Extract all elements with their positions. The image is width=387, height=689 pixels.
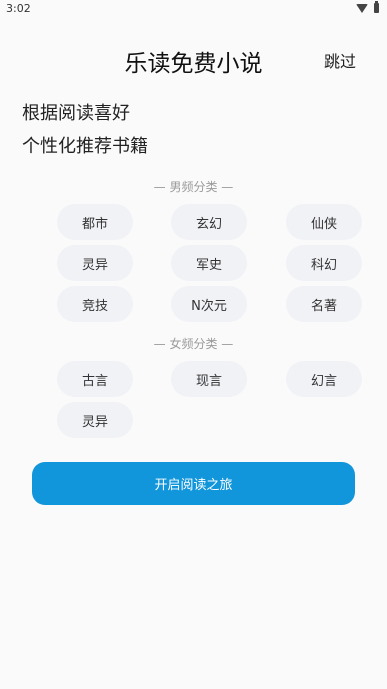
category-chip-jingji[interactable]: 竞技 [57, 286, 133, 322]
category-chip-huanyan[interactable]: 幻言 [286, 361, 362, 397]
category-chip-lingyi[interactable]: 灵异 [57, 245, 133, 281]
tagline-line-1: 根据阅读喜好 [22, 103, 130, 124]
status-icons [356, 1, 379, 13]
category-chip-dushi[interactable]: 都市 [57, 204, 133, 240]
status-time: 3:02 [6, 2, 31, 15]
category-chip-lingyi-female[interactable]: 灵异 [57, 402, 133, 438]
category-chip-guyan[interactable]: 古言 [57, 361, 133, 397]
category-chip-junshi[interactable]: 军史 [171, 245, 247, 281]
category-chip-xianxia[interactable]: 仙侠 [286, 204, 362, 240]
status-bar: 3:02 [0, 0, 387, 18]
skip-button[interactable]: 跳过 [324, 48, 356, 72]
start-reading-button[interactable]: 开启阅读之旅 [32, 462, 355, 505]
category-chip-kehuan[interactable]: 科幻 [286, 245, 362, 281]
category-chip-nciyuan[interactable]: N次元 [171, 286, 247, 322]
category-chip-xianyan[interactable]: 现言 [171, 361, 247, 397]
wifi-icon [356, 3, 368, 13]
male-category-label: — 男频分类 — [153, 180, 234, 194]
category-chip-xuanhuan[interactable]: 玄幻 [171, 204, 247, 240]
category-chip-mingzhu[interactable]: 名著 [286, 286, 362, 322]
tagline-line-2: 个性化推荐书籍 [22, 136, 148, 157]
battery-icon [374, 1, 379, 13]
female-category-label: — 女频分类 — [153, 337, 234, 351]
